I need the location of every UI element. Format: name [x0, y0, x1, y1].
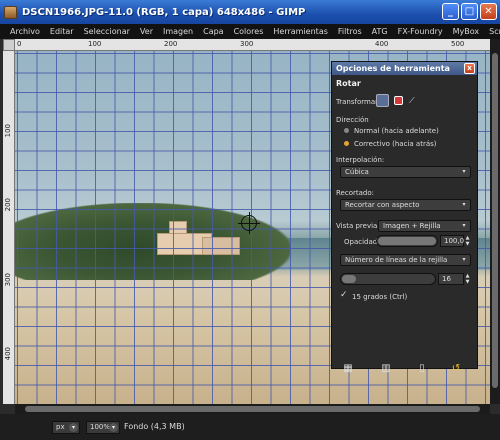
interpolation-select[interactable]: Cúbica ▾ [340, 166, 471, 178]
menu-filtros[interactable]: Filtros [333, 27, 367, 36]
chevron-down-icon: ▾ [462, 222, 466, 229]
tool-options-body: Rotar Transformar: ⟋ Dirección Normal (h… [332, 75, 477, 374]
ruler-left-label: 300 [4, 273, 12, 287]
menu-mybox[interactable]: MyBox [448, 27, 485, 36]
tool-name: Rotar [336, 79, 361, 88]
guides-count-slider-fill [342, 275, 356, 283]
ruler-corner[interactable] [3, 39, 15, 51]
menu-editar[interactable]: Editar [45, 27, 79, 36]
maximize-button[interactable]: □ [461, 3, 478, 20]
statusbar: px ▾ 100% ▾ Fondo (4,3 MB) [0, 414, 500, 440]
unit-select[interactable]: px ▾ [52, 421, 80, 434]
transform-label: Transformar: [336, 98, 381, 106]
direction-normal-label: Normal (hacia adelante) [354, 127, 439, 135]
opacity-slider-fill [378, 237, 436, 245]
guides-count-value[interactable]: 16 [438, 273, 464, 285]
ruler-top-label: 400 [375, 40, 389, 48]
menu-fx-foundry[interactable]: FX-Foundry [393, 27, 448, 36]
window-controls: _ □ ✕ [442, 3, 497, 20]
guides-value: Número de líneas de la rejilla [345, 256, 448, 264]
preview-label: Vista previa: [336, 222, 380, 230]
transform-path-icon[interactable]: ⟋ [409, 96, 418, 105]
chevron-down-icon: ▾ [462, 201, 466, 208]
guides-spin-arrows[interactable]: ▲ ▼ [464, 273, 471, 285]
gimp-app-icon [4, 5, 17, 19]
tool-options-bottom-bar: ▦ ▥ ▯ ↺ [332, 363, 477, 379]
direction-corrective-radio[interactable] [344, 141, 349, 146]
ruler-top[interactable]: 0 100 200 300 400 500 [15, 39, 490, 51]
opacity-value[interactable]: 100,0 [440, 235, 464, 247]
constrain-label: 15 grados (Ctrl) [352, 293, 408, 301]
transform-selection-icon[interactable] [394, 96, 403, 105]
tool-options-dialog: Opciones de herramienta x Rotar Transfor… [331, 61, 478, 374]
opacity-label: Opacidad: [344, 238, 380, 246]
interpolation-label: Interpolación: [336, 156, 385, 164]
interpolation-value: Cúbica [345, 168, 369, 176]
zoom-select[interactable]: 100% ▾ [86, 421, 120, 434]
menu-atg[interactable]: ATG [367, 27, 393, 36]
unit-value: px [56, 423, 65, 431]
direction-corrective-label: Correctivo (hacia atrás) [354, 140, 437, 148]
ruler-top-label: 200 [164, 40, 178, 48]
guides-select[interactable]: Número de líneas de la rejilla ▾ [340, 254, 471, 266]
rotation-center-handle[interactable] [238, 212, 260, 234]
close-button[interactable]: ✕ [480, 3, 497, 20]
ruler-top-label: 500 [451, 40, 465, 48]
reset-options-icon[interactable]: ↺ [450, 363, 462, 375]
menu-colores[interactable]: Colores [229, 27, 269, 36]
transform-layer-icon[interactable] [376, 94, 389, 107]
tool-options-close-button[interactable]: x [464, 63, 475, 74]
clipping-label: Recortado: [336, 189, 374, 197]
tool-options-titlebar[interactable]: Opciones de herramienta x [332, 62, 477, 75]
direction-normal-radio[interactable] [344, 128, 349, 133]
guides-count-slider[interactable] [340, 273, 436, 285]
direction-label: Dirección [336, 116, 369, 124]
opacity-slider[interactable] [376, 235, 438, 247]
tool-options-title: Opciones de herramienta [336, 64, 450, 73]
layer-info: Fondo (4,3 MB) [124, 422, 185, 431]
menu-seleccionar[interactable]: Seleccionar [79, 27, 135, 36]
ruler-left[interactable]: 100 200 300 400 [3, 51, 15, 404]
menu-capa[interactable]: Capa [198, 27, 228, 36]
ruler-left-label: 200 [4, 198, 12, 212]
chevron-down-icon: ▾ [109, 423, 118, 432]
opacity-spin-arrows[interactable]: ▲ ▼ [464, 235, 471, 247]
ruler-top-label: 100 [88, 40, 102, 48]
vertical-scroll-thumb[interactable] [492, 53, 498, 388]
ruler-left-label: 400 [4, 347, 12, 361]
menu-scripts[interactable]: Scrip [484, 27, 500, 36]
ruler-top-label: 300 [240, 40, 254, 48]
horizontal-scroll-thumb[interactable] [25, 406, 480, 412]
chevron-down-icon: ▾ [462, 256, 466, 263]
ruler-top-label: 0 [17, 40, 22, 48]
clipping-value: Recortar con aspecto [345, 201, 420, 209]
menubar: Archivo Editar Seleccionar Ver Imagen Ca… [0, 24, 500, 39]
horizontal-scrollbar[interactable] [15, 404, 490, 414]
clipping-select[interactable]: Recortar con aspecto ▾ [340, 199, 471, 211]
ruler-left-label: 100 [4, 124, 12, 138]
menu-archivo[interactable]: Archivo [0, 27, 45, 36]
vertical-scrollbar[interactable] [490, 39, 500, 404]
menu-herramientas[interactable]: Herramientas [268, 27, 333, 36]
constrain-checkbox[interactable]: ✓ [340, 290, 348, 300]
minimize-button[interactable]: _ [442, 3, 459, 20]
restore-options-icon[interactable]: ▥ [380, 363, 392, 375]
preview-value: Imagen + Rejilla [383, 222, 441, 230]
save-options-icon[interactable]: ▦ [342, 363, 354, 375]
menu-ver[interactable]: Ver [135, 27, 158, 36]
window-title: DSCN1966.JPG-11.0 (RGB, 1 capa) 648x486 … [22, 6, 306, 18]
zoom-value: 100% [90, 423, 111, 431]
window-titlebar: DSCN1966.JPG-11.0 (RGB, 1 capa) 648x486 … [0, 0, 500, 24]
preview-select[interactable]: Imagen + Rejilla ▾ [378, 220, 471, 232]
menu-imagen[interactable]: Imagen [158, 27, 198, 36]
chevron-down-icon: ▾ [69, 423, 78, 432]
chevron-down-icon: ▾ [462, 168, 466, 175]
delete-options-icon[interactable]: ▯ [416, 363, 428, 375]
